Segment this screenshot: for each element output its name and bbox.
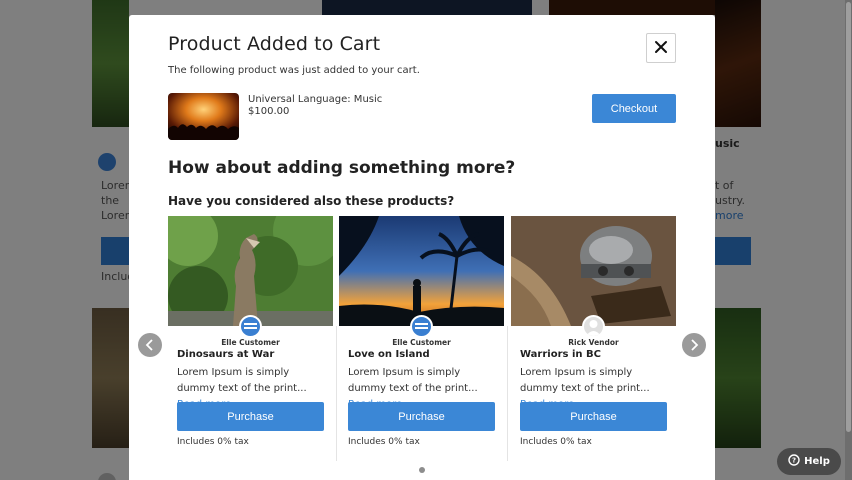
author-name: Elle Customer — [392, 338, 451, 347]
carousel-next-button[interactable] — [682, 333, 706, 357]
close-icon — [654, 39, 668, 58]
card-divider — [336, 326, 337, 461]
product-carousel: Elle Customer Dinosaurs at War Lorem Ips… — [168, 216, 676, 461]
purchase-button[interactable]: Purchase — [520, 402, 667, 431]
close-button[interactable] — [646, 33, 676, 63]
product-card: Rick Vendor Warriors in BC Lorem Ipsum i… — [511, 216, 676, 461]
purchase-button[interactable]: Purchase — [348, 402, 495, 431]
user-placeholder-icon — [582, 315, 605, 338]
brand-logo-icon — [239, 315, 262, 338]
added-product-price: $100.00 — [248, 106, 290, 117]
product-card: Elle Customer Dinosaurs at War Lorem Ips… — [168, 216, 333, 461]
tax-note: Includes 0% tax — [348, 437, 420, 447]
product-title[interactable]: Warriors in BC — [520, 349, 601, 360]
carousel-dot[interactable] — [419, 467, 425, 473]
help-icon: ? — [788, 454, 800, 469]
product-title[interactable]: Love on Island — [348, 349, 430, 360]
tax-note: Includes 0% tax — [177, 437, 249, 447]
product-card: Elle Customer Love on Island Lorem Ipsum… — [339, 216, 504, 461]
author-name: Rick Vendor — [568, 338, 619, 347]
modal-subtitle: The following product was just added to … — [168, 65, 420, 76]
tax-note: Includes 0% tax — [520, 437, 592, 447]
author-name: Elle Customer — [221, 338, 280, 347]
product-image-island[interactable] — [339, 216, 504, 326]
chevron-right-icon — [689, 336, 699, 355]
help-button[interactable]: ? Help — [777, 448, 841, 475]
checkout-button[interactable]: Checkout — [592, 94, 676, 123]
product-image-dinosaur[interactable] — [168, 216, 333, 326]
chevron-left-icon — [145, 336, 155, 355]
added-product-image — [168, 93, 239, 140]
upsell-subheading: Have you considered also these products? — [168, 194, 455, 208]
brand-logo-icon — [410, 315, 433, 338]
product-image-helmet[interactable] — [511, 216, 676, 326]
help-label: Help — [804, 456, 830, 467]
cart-modal: Product Added to Cart The following prod… — [129, 15, 715, 480]
carousel-prev-button[interactable] — [138, 333, 162, 357]
svg-text:?: ? — [792, 457, 796, 465]
product-title[interactable]: Dinosaurs at War — [177, 349, 274, 360]
card-divider — [507, 326, 508, 461]
modal-title: Product Added to Cart — [168, 33, 381, 55]
added-product-name: Universal Language: Music — [248, 94, 383, 105]
purchase-button[interactable]: Purchase — [177, 402, 324, 431]
scrollbar-thumb[interactable] — [846, 2, 851, 432]
upsell-heading: How about adding something more? — [168, 158, 516, 178]
